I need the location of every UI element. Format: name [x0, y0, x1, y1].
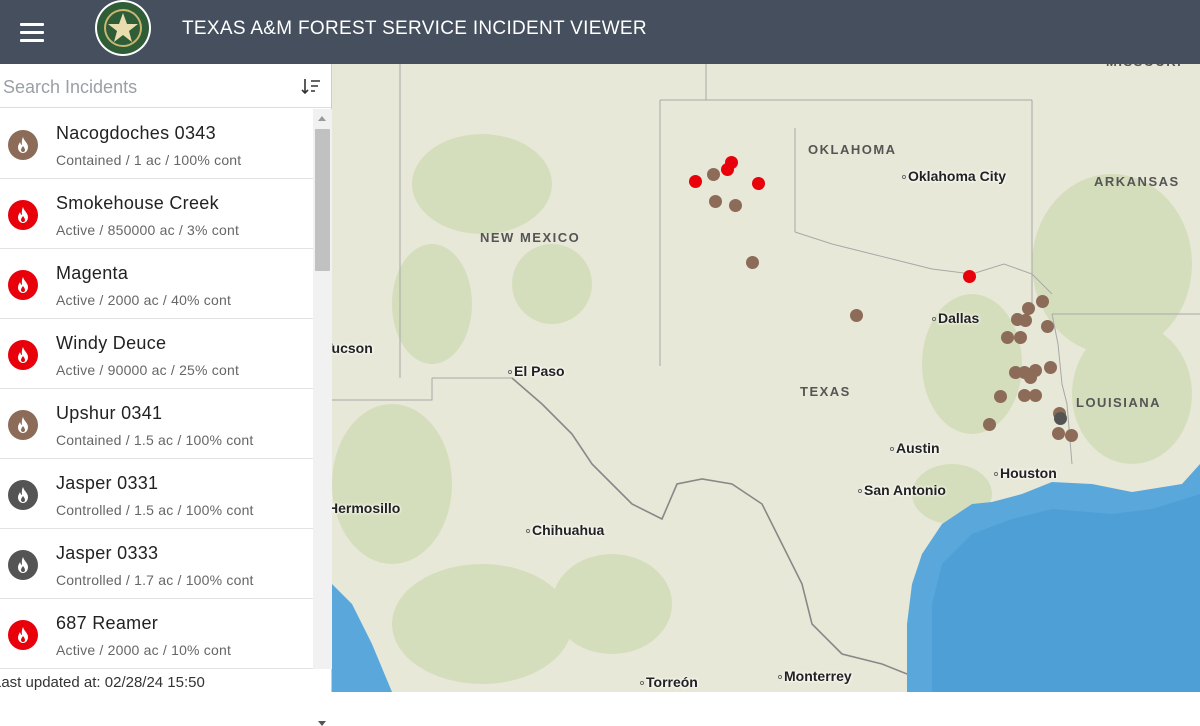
incident-list-item[interactable]: Nacogdoches 0343 Contained / 1 ac / 100% … [0, 109, 313, 179]
city-label-hermosillo: Hermosillo [328, 500, 401, 516]
fire-icon [8, 480, 38, 510]
incident-marker[interactable] [1052, 427, 1065, 440]
city-label-austin: Austin [890, 440, 940, 456]
incident-marker[interactable] [1029, 389, 1042, 402]
search-bar [0, 64, 331, 108]
city-label-torreon: Torreón [640, 674, 698, 690]
incident-marker[interactable] [1001, 331, 1014, 344]
incident-name: Nacogdoches 0343 [56, 123, 216, 143]
incident-marker[interactable] [994, 390, 1007, 403]
fire-icon [8, 200, 38, 230]
scroll-down-arrow-icon[interactable] [318, 721, 326, 726]
incident-details: Active / 850000 ac / 3% cont [56, 222, 240, 238]
tfs-seal-logo [93, 0, 153, 58]
basemap [332, 64, 1200, 692]
scrollbar-thumb[interactable] [315, 129, 330, 271]
incident-name: 687 Reamer [56, 613, 159, 633]
state-label-texas: TEXAS [800, 384, 851, 399]
incident-details: Contained / 1.5 ac / 100% cont [56, 432, 254, 448]
incident-marker[interactable] [709, 195, 722, 208]
incident-name: Magenta [56, 263, 129, 283]
incident-marker[interactable] [1054, 412, 1067, 425]
incident-marker[interactable] [729, 199, 742, 212]
list-scrollbar[interactable] [313, 109, 332, 726]
incident-list-item[interactable]: Jasper 0331 Controlled / 1.5 ac / 100% co… [0, 459, 313, 529]
incident-details: Active / 2000 ac / 40% cont [56, 292, 232, 308]
incident-marker[interactable] [963, 270, 976, 283]
incident-marker[interactable] [707, 168, 720, 181]
incident-marker[interactable] [752, 177, 765, 190]
incident-marker[interactable] [850, 309, 863, 322]
incident-marker[interactable] [983, 418, 996, 431]
state-label-arkansas: ARKANSAS [1094, 174, 1180, 189]
incident-marker[interactable] [1024, 371, 1037, 384]
fire-icon [8, 620, 38, 650]
incident-list-item[interactable]: Smokehouse Creek Active / 850000 ac / 3% … [0, 179, 313, 249]
incident-details: Active / 90000 ac / 25% cont [56, 362, 240, 378]
fire-icon [8, 410, 38, 440]
incident-sidebar: Nacogdoches 0343 Contained / 1 ac / 100% … [0, 64, 332, 726]
fire-icon [8, 550, 38, 580]
incident-list-item[interactable]: Upshur 0341 Contained / 1.5 ac / 100% con… [0, 389, 313, 459]
city-label-chihuahua: Chihuahua [526, 522, 604, 538]
state-label-new-mexico: NEW MEXICO [480, 230, 581, 245]
app-title: TEXAS A&M FOREST SERVICE INCIDENT VIEWER [182, 18, 647, 39]
incident-marker[interactable] [721, 163, 734, 176]
incident-details: Controlled / 1.5 ac / 100% cont [56, 502, 254, 518]
state-label-oklahoma: OKLAHOMA [808, 142, 897, 157]
incident-details: Controlled / 1.7 ac / 100% cont [56, 572, 254, 588]
incident-map[interactable]: MISSOURI OKLAHOMA ARKANSAS NEW MEXICO TE… [324, 54, 1200, 692]
incident-marker[interactable] [1036, 295, 1049, 308]
incident-marker[interactable] [1065, 429, 1078, 442]
city-label-houston: Houston [994, 465, 1057, 481]
incident-name: Upshur 0341 [56, 403, 163, 423]
city-label-oklahoma-city: Oklahoma City [902, 168, 1006, 184]
city-label-el-paso: El Paso [508, 363, 565, 379]
incident-marker[interactable] [746, 256, 759, 269]
hamburger-menu-icon[interactable] [0, 0, 64, 64]
incident-name: Windy Deuce [56, 333, 167, 353]
fire-icon [8, 340, 38, 370]
incident-name: Smokehouse Creek [56, 193, 219, 213]
scroll-up-arrow-icon[interactable] [318, 116, 326, 121]
city-label-monterrey: Monterrey [778, 668, 852, 684]
incident-list-item[interactable]: Windy Deuce Active / 90000 ac / 25% cont [0, 319, 313, 389]
incident-marker[interactable] [1014, 331, 1027, 344]
incident-list: Nacogdoches 0343 Contained / 1 ac / 100% … [0, 109, 313, 669]
incident-name: Jasper 0333 [56, 543, 159, 563]
sort-icon[interactable] [300, 76, 322, 98]
incident-marker[interactable] [1041, 320, 1054, 333]
incident-marker[interactable] [1044, 361, 1057, 374]
search-input[interactable] [0, 72, 290, 102]
fire-icon [8, 130, 38, 160]
incident-list-item[interactable]: Magenta Active / 2000 ac / 40% cont [0, 249, 313, 319]
fire-icon [8, 270, 38, 300]
incident-list-item[interactable]: 687 Reamer Active / 2000 ac / 10% cont [0, 599, 313, 669]
last-updated: Last updated at: 02/28/24 15:50 [0, 674, 205, 691]
city-label-dallas: Dallas [932, 310, 979, 326]
incident-list-item[interactable]: Jasper 0333 Controlled / 1.7 ac / 100% co… [0, 529, 313, 599]
incident-marker[interactable] [1019, 314, 1032, 327]
incident-name: Jasper 0331 [56, 473, 159, 493]
incident-marker[interactable] [689, 175, 702, 188]
incident-details: Contained / 1 ac / 100% cont [56, 152, 242, 168]
city-label-san-antonio: San Antonio [858, 482, 946, 498]
app-header: TEXAS A&M FOREST SERVICE INCIDENT VIEWER [0, 0, 1200, 64]
state-label-louisiana: LOUISIANA [1076, 395, 1161, 410]
incident-details: Active / 2000 ac / 10% cont [56, 642, 232, 658]
